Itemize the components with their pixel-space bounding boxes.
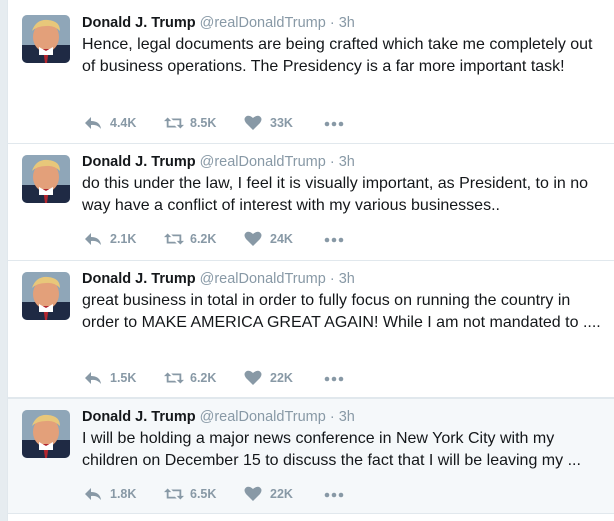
more-button[interactable] [324, 487, 350, 501]
like-button[interactable]: 22K [244, 486, 324, 502]
tweet[interactable]: Donald J. Trump @realDonaldTrump · 3h I … [8, 398, 614, 514]
timestamp[interactable]: 3h [339, 409, 355, 425]
tweet[interactable]: Donald J. Trump @realDonaldTrump · 3h do… [8, 144, 614, 261]
tweet-header: Donald J. Trump @realDonaldTrump · 3h [82, 270, 355, 288]
separator: · [329, 409, 335, 425]
retweet-icon [164, 231, 184, 247]
tweet-header: Donald J. Trump @realDonaldTrump · 3h [82, 153, 355, 171]
more-dots-icon [324, 232, 344, 246]
reply-icon [84, 231, 104, 247]
reply-count: 1.5K [110, 371, 137, 385]
tweet-text: I will be holding a major news conferenc… [82, 430, 581, 469]
reply-count: 1.8K [110, 487, 137, 501]
author-handle[interactable]: @realDonaldTrump [200, 154, 326, 170]
author-name[interactable]: Donald J. Trump [82, 409, 196, 425]
reply-count: 2.1K [110, 232, 137, 246]
retweet-count: 6.2K [190, 371, 217, 385]
like-count: 22K [270, 371, 293, 385]
tweet-actions: 1.8K 6.5K 22K [84, 485, 350, 503]
heart-icon [244, 486, 264, 502]
reply-button[interactable]: 4.4K [84, 115, 164, 131]
avatar[interactable] [22, 272, 70, 320]
avatar[interactable] [22, 155, 70, 203]
tweet-text: Hence, legal documents are being crafted… [82, 36, 593, 75]
tweet[interactable]: Donald J. Trump @realDonaldTrump · 3h gr… [8, 261, 614, 398]
author-handle[interactable]: @realDonaldTrump [200, 15, 326, 31]
timestamp[interactable]: 3h [339, 15, 355, 31]
timestamp[interactable]: 3h [339, 271, 355, 287]
reply-icon [84, 115, 104, 131]
timestamp[interactable]: 3h [339, 154, 355, 170]
tweet-header: Donald J. Trump @realDonaldTrump · 3h [82, 14, 355, 32]
tweet-text: great business in total in order to full… [82, 292, 601, 331]
author-handle[interactable]: @realDonaldTrump [200, 271, 326, 287]
more-button[interactable] [324, 371, 350, 385]
retweet-count: 6.5K [190, 487, 217, 501]
separator: · [329, 271, 335, 287]
more-dots-icon [324, 487, 344, 501]
more-button[interactable] [324, 116, 350, 130]
author-handle[interactable]: @realDonaldTrump [200, 409, 326, 425]
heart-icon [244, 115, 264, 131]
retweet-icon [164, 370, 184, 386]
tweet-header: Donald J. Trump @realDonaldTrump · 3h [82, 408, 355, 426]
avatar[interactable] [22, 410, 70, 458]
like-button[interactable]: 22K [244, 370, 324, 386]
separator: · [329, 154, 335, 170]
reply-button[interactable]: 2.1K [84, 231, 164, 247]
retweet-button[interactable]: 8.5K [164, 115, 244, 131]
tweet-actions: 4.4K 8.5K 33K [84, 114, 350, 132]
author-name[interactable]: Donald J. Trump [82, 154, 196, 170]
retweet-button[interactable]: 6.2K [164, 370, 244, 386]
like-count: 22K [270, 487, 293, 501]
heart-icon [244, 370, 264, 386]
heart-icon [244, 231, 264, 247]
retweet-icon [164, 486, 184, 502]
more-button[interactable] [324, 232, 350, 246]
retweet-icon [164, 115, 184, 131]
timeline: Donald J. Trump @realDonaldTrump · 3h He… [7, 0, 614, 521]
tweet-actions: 2.1K 6.2K 24K [84, 230, 350, 248]
retweet-count: 8.5K [190, 116, 217, 130]
like-count: 33K [270, 116, 293, 130]
retweet-count: 6.2K [190, 232, 217, 246]
like-button[interactable]: 24K [244, 231, 324, 247]
like-button[interactable]: 33K [244, 115, 324, 131]
separator: · [329, 15, 335, 31]
retweet-button[interactable]: 6.2K [164, 231, 244, 247]
author-name[interactable]: Donald J. Trump [82, 15, 196, 31]
retweet-button[interactable]: 6.5K [164, 486, 244, 502]
reply-button[interactable]: 1.5K [84, 370, 164, 386]
tweet[interactable]: Donald J. Trump @realDonaldTrump · 3h He… [8, 0, 614, 144]
more-dots-icon [324, 371, 344, 385]
tweet-text: do this under the law, I feel it is visu… [82, 175, 589, 214]
like-count: 24K [270, 232, 293, 246]
tweet-actions: 1.5K 6.2K 22K [84, 369, 350, 387]
more-dots-icon [324, 116, 344, 130]
reply-icon [84, 486, 104, 502]
reply-count: 4.4K [110, 116, 137, 130]
reply-icon [84, 370, 104, 386]
reply-button[interactable]: 1.8K [84, 486, 164, 502]
avatar[interactable] [22, 15, 70, 63]
author-name[interactable]: Donald J. Trump [82, 271, 196, 287]
